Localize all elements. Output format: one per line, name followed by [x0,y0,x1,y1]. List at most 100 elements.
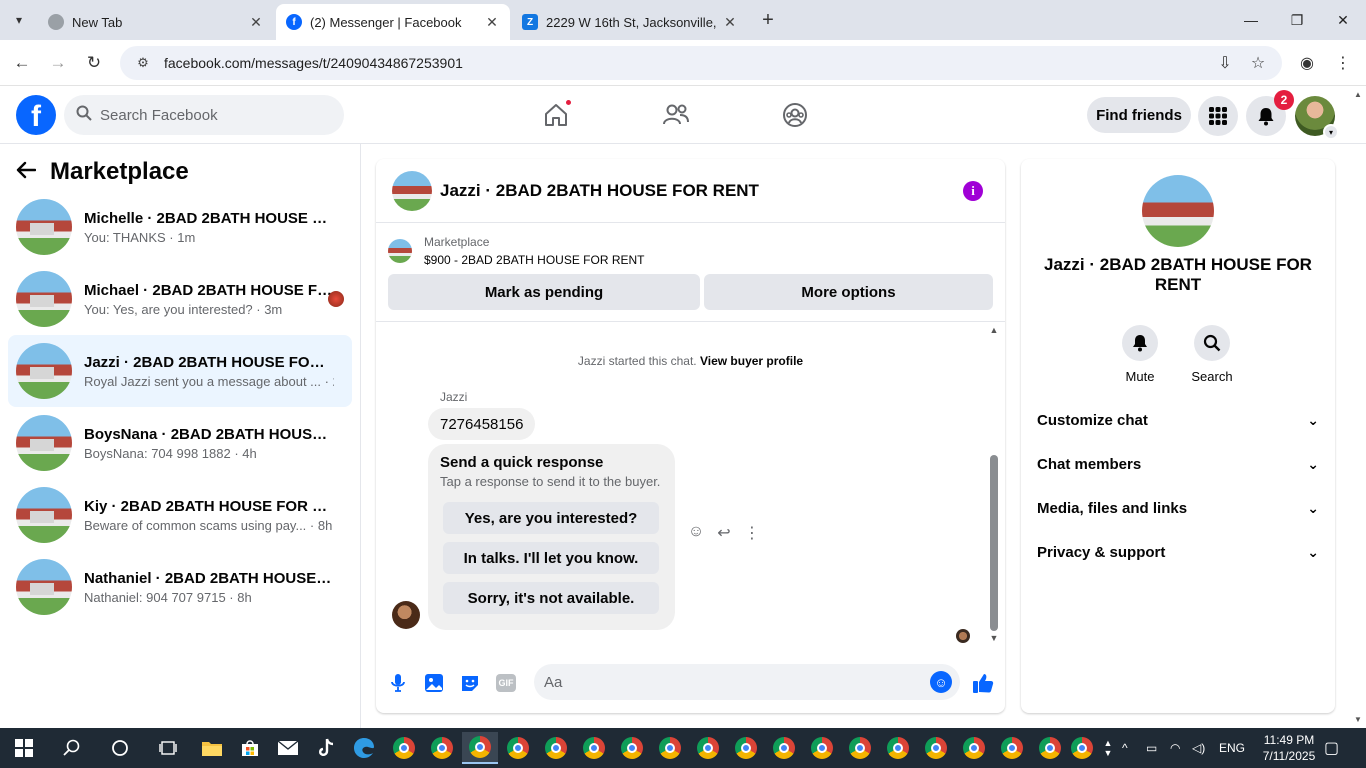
chrome-taskbar-icon[interactable] [1064,732,1100,764]
message-list[interactable]: Jazzi started this chat. View buyer prof… [376,323,1005,653]
restore-icon[interactable]: ❐ [1274,6,1320,34]
taskbar-scroll-arrows[interactable]: ▲ ▼ [1100,728,1116,768]
conversation-item[interactable]: Michael · 2BAD 2BATH HOUSE FOR RENT You: … [8,263,352,335]
message-input[interactable] [544,673,914,691]
home-icon[interactable] [541,98,573,130]
photo-icon[interactable] [422,671,446,695]
microphone-icon[interactable] [386,671,410,695]
scroll-thumb[interactable] [990,455,998,631]
back-arrow-icon[interactable]: ← [9,50,35,76]
chrome-taskbar-icon[interactable] [1032,732,1068,764]
quick-response-option[interactable]: In talks. I'll let you know. [443,542,659,574]
notifications-bell-icon[interactable]: 2 [1246,90,1294,136]
url-text[interactable]: facebook.com/messages/t/2409043486725390… [164,55,1282,71]
listing-summary[interactable]: Marketplace $900 - 2BAD 2BATH HOUSE FOR … [388,233,988,269]
more-options-button[interactable]: More options [704,274,993,310]
forward-arrow-icon[interactable]: → [45,50,71,76]
chrome-taskbar-icon[interactable] [386,732,422,764]
back-arrow-icon[interactable] [16,158,37,186]
tab-messenger[interactable]: f (2) Messenger | Facebook ✕ [276,4,510,40]
close-tab-icon[interactable]: ✕ [248,14,264,31]
customize-chat-section[interactable]: Customize chat ⌄ [1037,404,1319,436]
find-friends-button[interactable]: Find friends [1087,97,1191,133]
chrome-taskbar-icon[interactable] [690,732,726,764]
tab-zillow[interactable]: Z 2229 W 16th St, Jacksonville, FL ✕ [512,4,748,40]
search-icon[interactable] [54,732,90,764]
search-conversation-button[interactable]: Search [1184,325,1240,384]
sticker-icon[interactable] [458,671,482,695]
chat-title[interactable]: Jazzi · 2BAD 2BATH HOUSE FOR RENT [440,181,759,201]
privacy-support-section[interactable]: Privacy & support ⌄ [1037,536,1319,568]
reply-icon[interactable]: ↩ [710,523,738,543]
notifications-center-icon[interactable]: ▢ [1324,728,1339,768]
chrome-taskbar-icon[interactable] [766,732,802,764]
install-app-icon[interactable]: ⇩ [1212,50,1238,76]
menu-grid-icon[interactable] [1198,96,1238,136]
scroll-up-arrow-icon[interactable]: ▲ [1354,90,1362,99]
mail-icon[interactable] [270,732,306,764]
quick-response-option[interactable]: Yes, are you interested? [443,502,659,534]
sender-avatar[interactable] [392,601,420,629]
emoji-icon[interactable]: ☺ [930,671,952,693]
reload-icon[interactable]: ↻ [81,50,107,76]
show-hidden-icons-chevron-up-icon[interactable]: ^ [1122,728,1128,768]
chrome-taskbar-icon[interactable] [500,732,536,764]
chrome-taskbar-icon[interactable] [424,732,460,764]
cortana-icon[interactable] [102,732,138,764]
site-info-icon[interactable]: ⚙ [128,55,158,71]
chrome-taskbar-icon[interactable] [728,732,764,764]
chrome-taskbar-icon[interactable] [842,732,878,764]
chat-header[interactable]: Jazzi · 2BAD 2BATH HOUSE FOR RENT i [376,159,1005,223]
system-clock[interactable]: 11:49 PM 7/11/2025 [1258,732,1320,764]
mute-button[interactable]: Mute [1112,325,1168,384]
file-explorer-icon[interactable] [194,732,230,764]
chrome-taskbar-icon[interactable] [994,732,1030,764]
conversation-item[interactable]: BoysNana · 2BAD 2BATH HOUSE FOR RENT Boys… [8,407,352,479]
edge-icon[interactable] [346,732,382,764]
view-buyer-profile-link[interactable]: View buyer profile [700,354,803,368]
search-input[interactable] [100,106,320,124]
react-smiley-icon[interactable]: ☺ [682,523,710,543]
page-scrollbar[interactable]: ▲ ▼ [1350,86,1366,728]
volume-icon[interactable]: ◁) [1192,728,1205,768]
chrome-taskbar-icon[interactable] [576,732,612,764]
info-icon[interactable]: i [963,181,983,201]
new-tab-button[interactable]: + [756,8,780,32]
battery-icon[interactable]: ▭ [1146,728,1157,768]
message-input-box[interactable]: ☺ [534,664,960,700]
chat-details-avatar[interactable] [1142,175,1214,247]
quick-response-option[interactable]: Sorry, it's not available. [443,582,659,614]
bookmark-star-icon[interactable]: ☆ [1245,50,1271,76]
chrome-taskbar-icon-active[interactable] [462,732,498,764]
facebook-logo-icon[interactable]: f [16,95,56,135]
conversation-item-active[interactable]: Jazzi · 2BAD 2BATH HOUSE FOR RENT Royal J… [8,335,352,407]
chrome-taskbar-icon[interactable] [918,732,954,764]
chrome-taskbar-icon[interactable] [538,732,574,764]
store-icon[interactable] [232,732,268,764]
profile-icon[interactable]: ◉ [1294,50,1320,76]
close-tab-icon[interactable]: ✕ [722,14,738,31]
close-window-icon[interactable]: ✕ [1320,6,1366,34]
chrome-taskbar-icon[interactable] [804,732,840,764]
chat-members-section[interactable]: Chat members ⌄ [1037,448,1319,480]
language-indicator[interactable]: ENG [1219,728,1245,768]
minimize-icon[interactable]: — [1228,6,1274,34]
windows-start-icon[interactable] [6,732,42,764]
facebook-search[interactable] [64,95,344,135]
chrome-taskbar-icon[interactable] [652,732,688,764]
tiktok-icon[interactable] [308,732,344,764]
chrome-taskbar-icon[interactable] [614,732,650,764]
address-bar[interactable]: ⚙ facebook.com/messages/t/24090434867253… [120,46,1282,80]
chrome-taskbar-icon[interactable] [880,732,916,764]
conversation-item[interactable]: Michelle · 2BAD 2BATH HOUSE FOR RENT You:… [8,191,352,263]
gif-icon[interactable]: GIF [494,671,518,695]
tab-new-tab[interactable]: New Tab ✕ [38,4,274,40]
scroll-down-arrow-icon[interactable]: ▼ [989,633,999,643]
more-kebab-icon[interactable]: ⋮ [738,523,766,543]
media-files-links-section[interactable]: Media, files and links ⌄ [1037,492,1319,524]
chat-scrollbar[interactable]: ▲ ▼ [989,323,999,653]
thumbs-up-icon[interactable] [971,671,995,695]
close-tab-icon[interactable]: ✕ [484,14,500,31]
mark-as-pending-button[interactable]: Mark as pending [388,274,700,310]
message-bubble[interactable]: 7276458156 [428,408,536,440]
